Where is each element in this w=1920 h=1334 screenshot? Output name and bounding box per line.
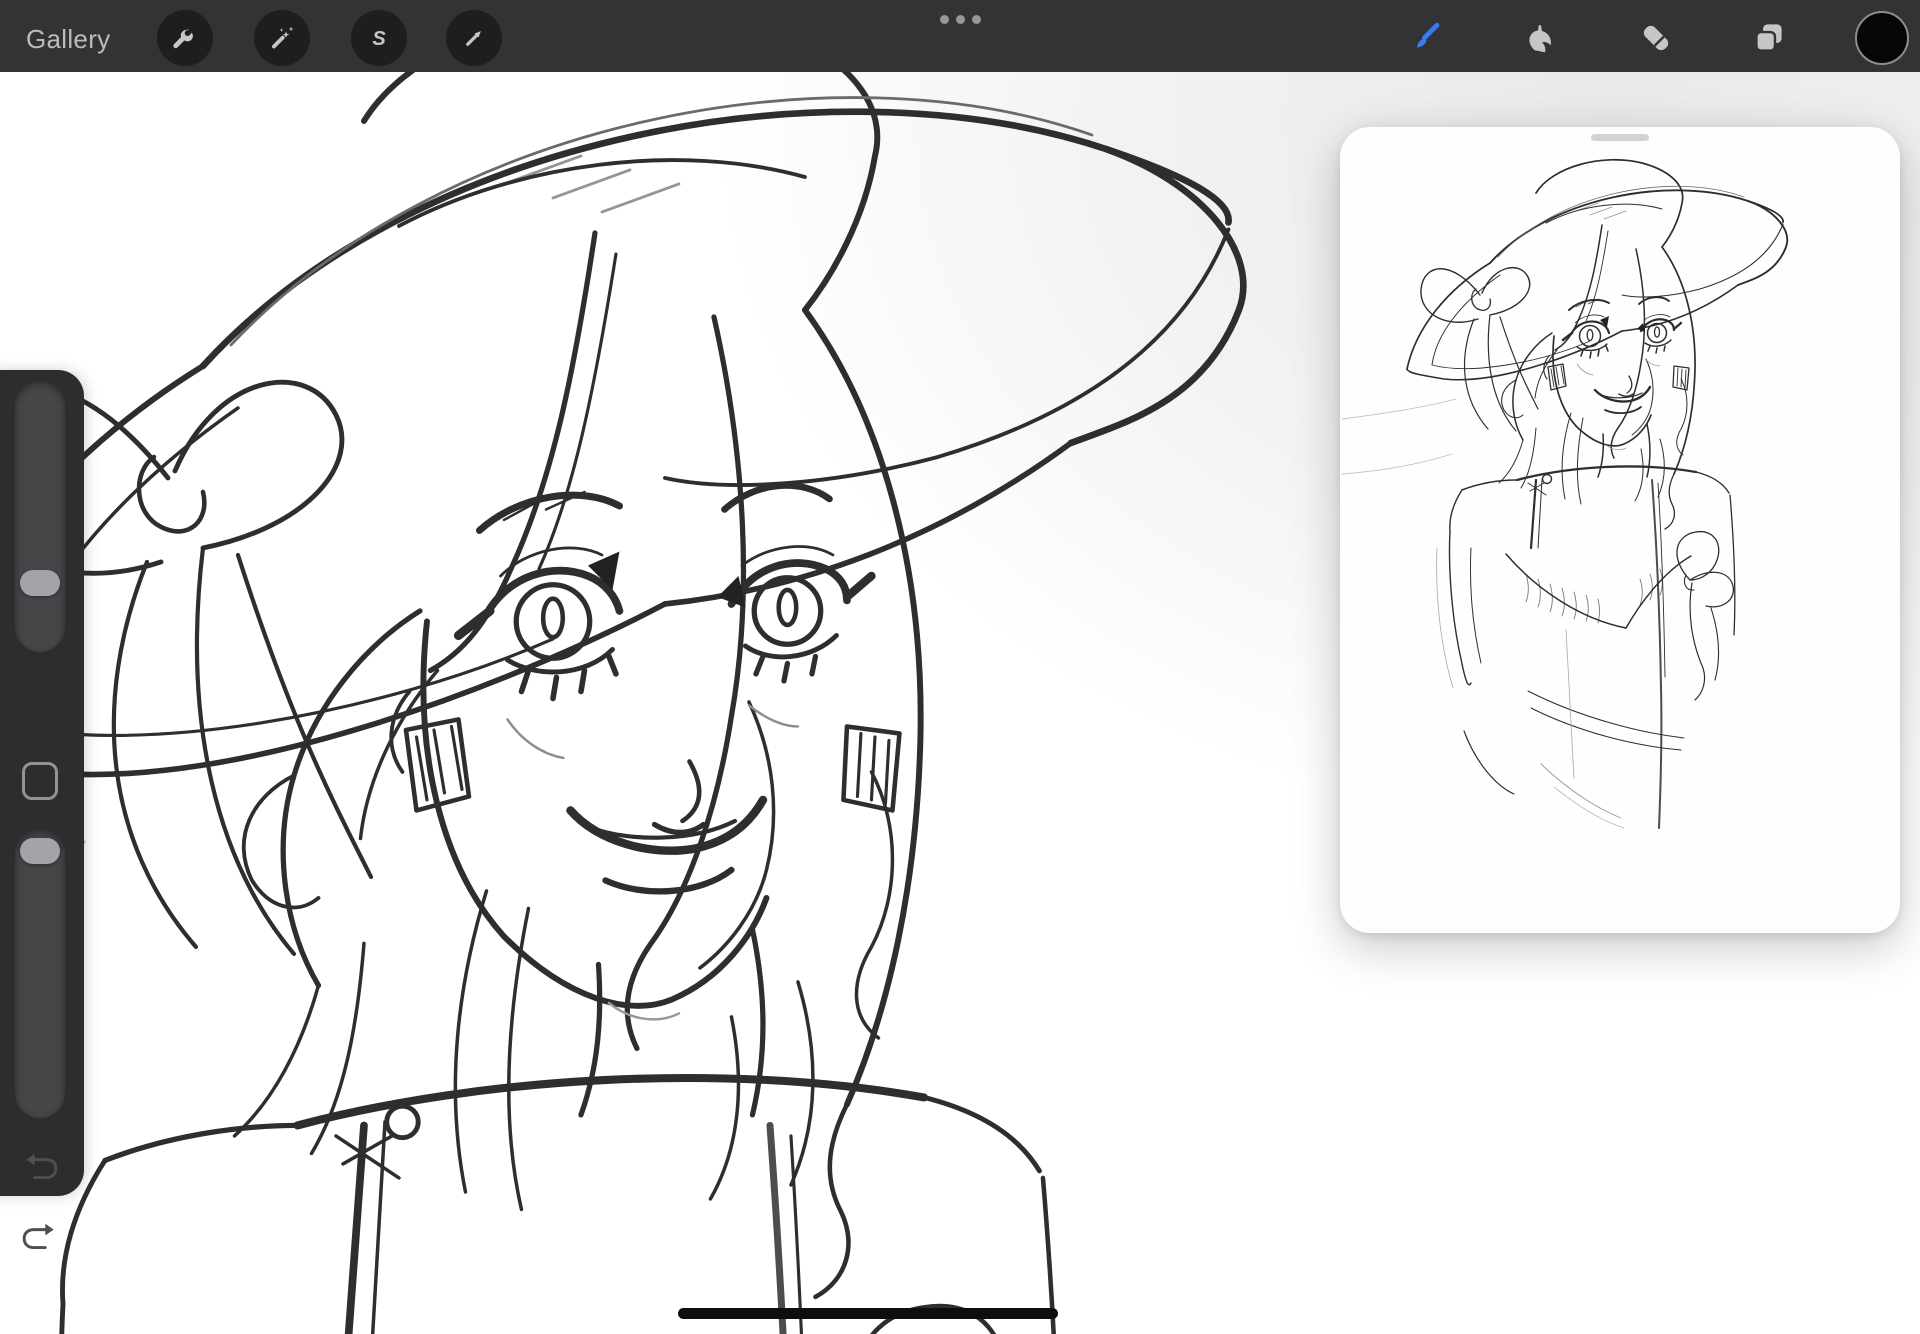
selection-s-icon: S	[364, 23, 394, 53]
wrench-icon	[170, 23, 200, 53]
smudge-tool-button[interactable]	[1515, 13, 1565, 63]
opacity-slider[interactable]	[15, 829, 65, 1118]
svg-text:S: S	[372, 28, 386, 50]
top-toolbar: Gallery S	[0, 0, 1920, 72]
arrow-cursor-icon	[459, 23, 489, 53]
procreate-app: Gallery S	[0, 0, 1920, 1334]
undo-icon	[21, 1148, 59, 1186]
eraser-icon	[1635, 17, 1677, 59]
brush-sidebar	[0, 370, 84, 1196]
smudge-finger-icon	[1519, 17, 1561, 59]
erase-tool-button[interactable]	[1631, 13, 1681, 63]
redo-icon	[21, 1218, 59, 1256]
color-swatch-circle[interactable]	[1855, 11, 1909, 65]
ellipsis-icon	[940, 15, 949, 24]
brush-size-handle[interactable]	[20, 570, 60, 596]
reference-artwork	[1340, 127, 1900, 933]
marker-stroke	[678, 1308, 1058, 1319]
adjustments-button[interactable]	[254, 10, 310, 66]
brush-icon	[1404, 16, 1448, 60]
paint-tool-button[interactable]	[1401, 13, 1451, 63]
magic-wand-icon	[267, 23, 297, 53]
layers-button[interactable]	[1744, 13, 1794, 63]
redo-button[interactable]	[21, 1218, 59, 1256]
opacity-handle[interactable]	[20, 838, 60, 864]
canvas-options-button[interactable]	[936, 13, 984, 25]
brush-size-slider[interactable]	[15, 380, 65, 652]
actions-button[interactable]	[157, 10, 213, 66]
modify-button[interactable]	[22, 762, 58, 800]
transform-button[interactable]	[446, 10, 502, 66]
reference-panel[interactable]	[1340, 127, 1900, 933]
undo-button[interactable]	[21, 1148, 59, 1186]
drawing-canvas[interactable]	[0, 72, 1920, 1334]
layers-icon	[1748, 17, 1790, 59]
gallery-button[interactable]: Gallery	[26, 0, 110, 78]
selection-button[interactable]: S	[351, 10, 407, 66]
